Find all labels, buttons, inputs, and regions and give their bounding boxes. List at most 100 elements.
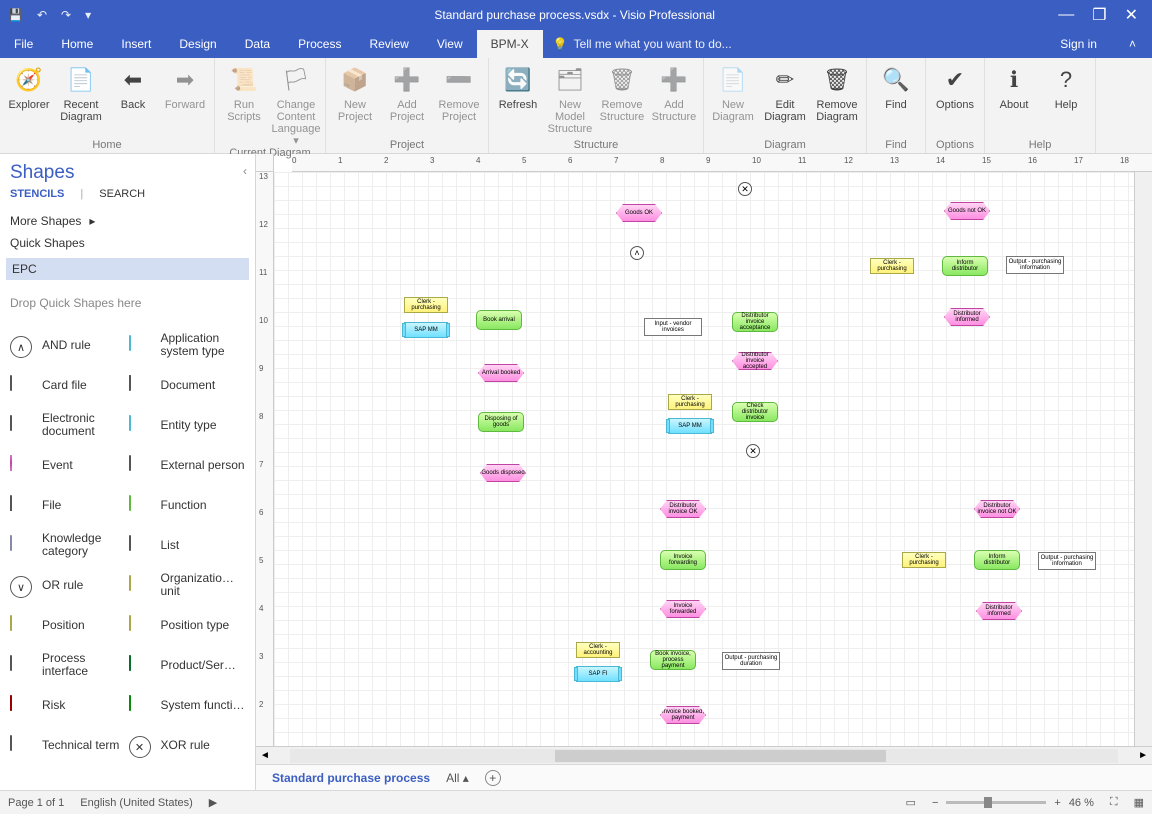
diagram-node[interactable]: Clerk - purchasing	[404, 297, 448, 313]
ribbon-explorer[interactable]: 🧭Explorer	[4, 60, 54, 123]
diagram-node[interactable]: Distributor invoice OK	[660, 500, 706, 518]
macro-icon[interactable]: ▶	[209, 796, 217, 809]
collapse-panel-icon[interactable]: ‹	[243, 164, 247, 178]
diagram-node[interactable]: Disposing of goods	[478, 412, 524, 432]
close-icon[interactable]: ✕	[1125, 5, 1138, 25]
zoom-slider[interactable]	[946, 801, 1046, 804]
diagram-node[interactable]: Invoice forwarding	[660, 550, 706, 570]
diagram-node[interactable]: Goods OK	[616, 204, 662, 222]
collapse-ribbon-icon[interactable]: ˄	[1113, 30, 1152, 58]
save-icon[interactable]: 💾	[8, 8, 23, 22]
diagram-node[interactable]: Check distributor invoice	[732, 402, 778, 422]
search-tab[interactable]: SEARCH	[99, 188, 145, 200]
diagram-node[interactable]: SAP MM	[404, 322, 448, 338]
stencil-event[interactable]: Event	[10, 448, 127, 482]
stencil-risk[interactable]: Risk	[10, 688, 127, 722]
sign-in-link[interactable]: Sign in	[1044, 30, 1113, 58]
menu-tab-home[interactable]: Home	[47, 30, 107, 58]
stencil-file[interactable]: File	[10, 488, 127, 522]
zoom-out-icon[interactable]: −	[932, 797, 938, 809]
fit-window-icon[interactable]: ⛶	[1110, 796, 1118, 809]
page-tab-active[interactable]: Standard purchase process	[272, 771, 430, 785]
undo-icon[interactable]: ↶	[37, 8, 47, 22]
stencil-ext[interactable]: External person	[129, 448, 246, 482]
stencils-tab[interactable]: STENCILS	[10, 188, 64, 200]
more-shapes-link[interactable]: More Shapes▸	[10, 210, 245, 232]
menu-tab-file[interactable]: File	[0, 30, 47, 58]
diagram-node[interactable]: ✕	[746, 444, 760, 458]
diagram-node[interactable]: ✕	[738, 182, 752, 196]
diagram-node[interactable]: Goods not OK	[944, 202, 990, 220]
diagram-node[interactable]: Distributor invoice accepted	[732, 352, 778, 370]
menu-tab-data[interactable]: Data	[231, 30, 284, 58]
ribbon-options[interactable]: ✔Options	[930, 60, 980, 111]
stencil-org[interactable]: Organizatio… unit	[129, 568, 246, 602]
diagram-node[interactable]: Distributor invoice not OK	[974, 500, 1020, 518]
stencil-pos[interactable]: Position	[10, 608, 127, 642]
diagram-node[interactable]: Distributor informed	[976, 602, 1022, 620]
diagram-node[interactable]: Distributor invoice acceptance	[732, 312, 778, 332]
diagram-node[interactable]: ˄	[630, 246, 644, 260]
stencil-func[interactable]: Function	[129, 488, 246, 522]
maximize-icon[interactable]: ❐	[1092, 5, 1106, 25]
diagram-node[interactable]: Arrival booked	[478, 364, 524, 382]
drawing-canvas[interactable]: Clerk - purchasingSAP MMBook arrivalArri…	[274, 172, 1134, 746]
tellme-input[interactable]: Tell me what you want to do...	[574, 37, 732, 51]
diagram-node[interactable]: Output - purchasing information	[1038, 552, 1096, 570]
stencil-doc[interactable]: Document	[129, 368, 246, 402]
menu-tab-bpm-x[interactable]: BPM-X	[477, 30, 543, 58]
stencil-entity[interactable]: Entity type	[129, 408, 246, 442]
qat-more-icon[interactable]: ▾	[85, 8, 91, 22]
diagram-node[interactable]: Book invoice, process payment	[650, 650, 696, 670]
stencil-list[interactable]: List	[129, 528, 246, 562]
scrollbar-horizontal[interactable]: ◄ ►	[256, 746, 1152, 764]
ribbon-about[interactable]: ℹAbout	[989, 60, 1039, 111]
stencil-epc[interactable]: EPC	[6, 258, 249, 280]
stencil-know[interactable]: Knowledge category	[10, 528, 127, 562]
stencil-proc[interactable]: Process interface	[10, 648, 127, 682]
diagram-node[interactable]: Inform distributor	[942, 256, 988, 276]
diagram-node[interactable]: Invoice booked, payment	[660, 706, 706, 724]
redo-icon[interactable]: ↷	[61, 8, 71, 22]
add-page-icon[interactable]: +	[485, 770, 501, 786]
menu-tab-process[interactable]: Process	[284, 30, 355, 58]
minimize-icon[interactable]: —	[1058, 6, 1074, 24]
diagram-node[interactable]: Input - vendor invoices	[644, 318, 702, 336]
diagram-node[interactable]: Goods disposed	[480, 464, 526, 482]
ribbon-find[interactable]: 🔍Find	[871, 60, 921, 111]
diagram-node[interactable]: Clerk - purchasing	[902, 552, 946, 568]
diagram-node[interactable]: Clerk - accounting	[576, 642, 620, 658]
diagram-node[interactable]: Invoice forwarded	[660, 600, 706, 618]
stencil-prod[interactable]: Product/Ser…	[129, 648, 246, 682]
diagram-node[interactable]: Distributor informed	[944, 308, 990, 326]
presentation-mode-icon[interactable]: ▭	[906, 796, 916, 809]
menu-tab-insert[interactable]: Insert	[107, 30, 165, 58]
ribbon-refresh[interactable]: 🔄Refresh	[493, 60, 543, 135]
ribbon-remove-diagram[interactable]: 🗑Remove Diagram	[812, 60, 862, 123]
stencil-tech[interactable]: Technical term	[10, 728, 127, 762]
stencil-circX[interactable]: ✕XOR rule	[129, 728, 246, 762]
stencil-sysf[interactable]: System functi…	[129, 688, 246, 722]
quick-shapes-link[interactable]: Quick Shapes	[10, 232, 245, 254]
menu-tab-design[interactable]: Design	[165, 30, 230, 58]
zoom-in-icon[interactable]: +	[1054, 797, 1060, 809]
zoom-level[interactable]: 46 %	[1069, 797, 1094, 809]
ribbon-recent-diagram[interactable]: 📄Recent Diagram	[56, 60, 106, 123]
diagram-node[interactable]: SAP MM	[668, 418, 712, 434]
ribbon-back[interactable]: ⬅Back	[108, 60, 158, 123]
diagram-node[interactable]: Clerk - purchasing	[668, 394, 712, 410]
ribbon-help[interactable]: ?Help	[1041, 60, 1091, 111]
page-tab-all[interactable]: All ▴	[446, 771, 469, 785]
menu-tab-view[interactable]: View	[423, 30, 477, 58]
menu-tab-review[interactable]: Review	[355, 30, 422, 58]
diagram-node[interactable]: Inform distributor	[974, 550, 1020, 570]
pan-zoom-icon[interactable]: ▦	[1134, 796, 1144, 809]
ribbon-edit-diagram[interactable]: ✏Edit Diagram	[760, 60, 810, 123]
status-language[interactable]: English (United States)	[80, 797, 193, 809]
stencil-card[interactable]: Card file	[10, 368, 127, 402]
diagram-node[interactable]: Output - purchasing duration	[722, 652, 780, 670]
stencil-circA[interactable]: ∧AND rule	[10, 328, 127, 362]
stencil-edoc[interactable]: Electronic document	[10, 408, 127, 442]
diagram-node[interactable]: Output - purchasing information	[1006, 256, 1064, 274]
stencil-circV[interactable]: ∨OR rule	[10, 568, 127, 602]
